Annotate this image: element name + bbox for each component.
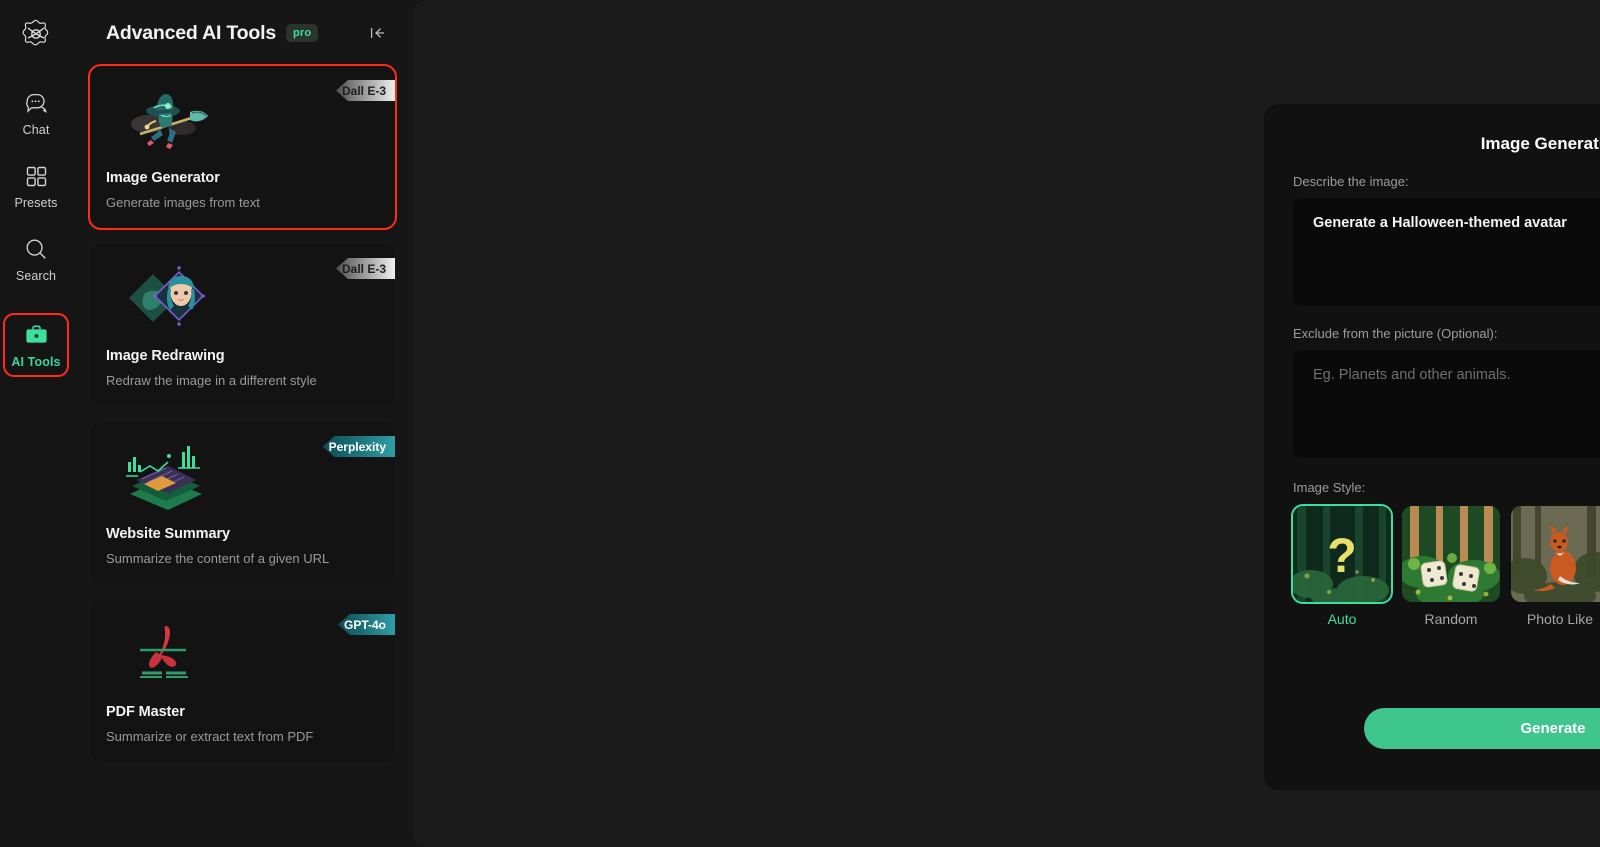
pdf-acrobat-icon	[120, 616, 212, 694]
collapse-left-icon[interactable]	[365, 20, 391, 46]
sidebar-item-label: Presets	[14, 196, 58, 210]
style-option-photo-like[interactable]: Photo Like	[1511, 506, 1600, 627]
prompt-input[interactable]: Generate a Halloween-themed avatar	[1293, 198, 1600, 306]
image-generation-modal: Image Generation Describe the image: Gen…	[1264, 104, 1600, 790]
exclude-placeholder: Eg. Planets and other animals.	[1313, 367, 1511, 383]
generate-button[interactable]: Generate	[1364, 708, 1600, 749]
exclude-label: Exclude from the picture (Optional):	[1293, 326, 1498, 341]
style-option-auto[interactable]: ? Auto	[1291, 504, 1393, 627]
style-option-label: Random	[1424, 611, 1478, 627]
tool-card-name: PDF Master	[106, 704, 185, 720]
pro-badge: pro	[285, 24, 319, 42]
style-option-random[interactable]: Random	[1402, 506, 1500, 627]
app-logo-icon[interactable]	[14, 12, 58, 56]
style-thumb-auto: ?	[1291, 504, 1393, 604]
witch-on-broom-icon	[120, 82, 212, 160]
style-option-label: Auto	[1327, 611, 1357, 627]
sidebar-item-label: Chat	[22, 123, 50, 137]
tool-card-name: Image Redrawing	[106, 348, 225, 364]
tool-card-desc: Summarize or extract text from PDF	[106, 729, 314, 744]
page-title: Advanced AI Tools	[106, 21, 276, 44]
left-nav-rail: Chat Presets Search AI Tools	[0, 0, 72, 847]
svg-text:?: ?	[1327, 530, 1356, 583]
magnifier-icon	[23, 236, 49, 262]
style-thumb-random	[1402, 506, 1500, 602]
tool-card-website-summary[interactable]: Perplexity Website Summary Summarize the…	[90, 422, 395, 584]
style-thumb-photo-like	[1511, 506, 1600, 602]
tool-card-ribbon: Dall E-3	[335, 258, 395, 279]
exclude-input[interactable]: Eg. Planets and other animals. 0/10000	[1293, 350, 1600, 458]
tools-panel: Advanced AI Tools pro Dall E-3 Image Gen…	[72, 0, 413, 847]
diamond-portraits-icon	[120, 260, 212, 338]
tools-panel-header: Advanced AI Tools pro	[90, 0, 395, 66]
toolbox-icon	[23, 322, 49, 348]
data-layers-chart-icon	[120, 438, 212, 516]
prompt-label: Describe the image:	[1293, 174, 1409, 189]
tool-card-desc: Generate images from text	[106, 195, 260, 210]
main-content-area: Image Generation Describe the image: Gen…	[413, 0, 1600, 847]
tool-card-desc: Summarize the content of a given URL	[106, 551, 330, 566]
sidebar-item-label: Search	[15, 269, 57, 283]
sidebar-item-label: AI Tools	[11, 355, 61, 369]
tool-card-desc: Redraw the image in a different style	[106, 373, 317, 388]
grid-squares-icon	[23, 163, 49, 189]
prompt-value: Generate a Halloween-themed avatar	[1313, 215, 1567, 231]
tool-card-ribbon: Dall E-3	[335, 80, 395, 101]
tool-card-ribbon: Perplexity	[322, 436, 395, 457]
tool-card-ribbon: GPT-4o	[337, 614, 395, 635]
sidebar-item-presets[interactable]: Presets	[8, 163, 64, 210]
tool-card-pdf-master[interactable]: GPT-4o PDF Master Summarize or extract t…	[90, 600, 395, 762]
style-option-list: ? Auto Random Photo Like	[1291, 504, 1600, 627]
sidebar-item-ai-tools[interactable]: AI Tools	[3, 313, 69, 377]
tool-card-name: Website Summary	[106, 526, 230, 542]
tool-card-image-redrawing[interactable]: Dall E-3 Image Redrawing Redraw the imag…	[90, 244, 395, 406]
tool-card-name: Image Generator	[106, 170, 220, 186]
sidebar-item-search[interactable]: Search	[8, 236, 64, 283]
sidebar-item-chat[interactable]: Chat	[8, 90, 64, 137]
style-label: Image Style:	[1293, 480, 1366, 495]
tool-card-image-generator[interactable]: Dall E-3 Image Generator Generate images…	[88, 64, 397, 230]
style-option-label: Photo Like	[1526, 611, 1594, 627]
chat-bubbles-icon	[23, 90, 49, 116]
modal-title: Image Generation	[1480, 134, 1600, 153]
